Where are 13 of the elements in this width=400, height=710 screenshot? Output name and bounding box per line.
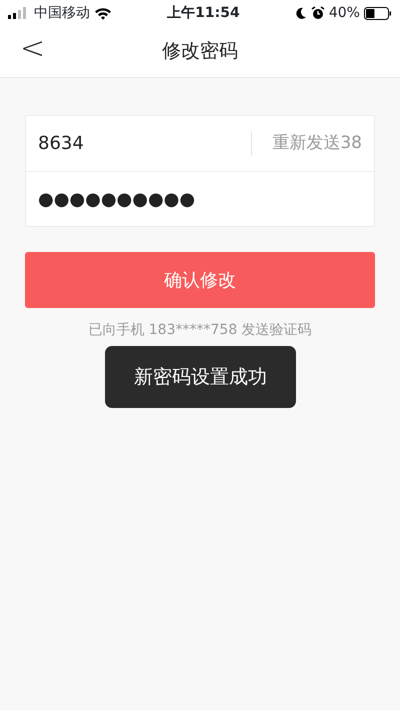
password-field[interactable]: ●●●●●●●●●● xyxy=(38,186,362,212)
moon-icon xyxy=(294,7,307,19)
alarm-icon xyxy=(310,6,325,20)
code-field[interactable]: 8634 xyxy=(38,130,252,157)
battery-percent: 40% xyxy=(328,4,360,22)
clock-time: 上午11:54 xyxy=(167,4,240,22)
toast-message: 新密码设置成功 xyxy=(105,346,296,408)
hint-text: 已向手机 183*****758 发送验证码 xyxy=(88,321,312,340)
battery-icon xyxy=(364,6,392,20)
page-title: 修改密码 xyxy=(162,39,238,64)
carrier-name: 中国移动 xyxy=(34,4,90,22)
back-button[interactable]: < xyxy=(14,34,52,64)
wifi-icon xyxy=(94,6,112,20)
